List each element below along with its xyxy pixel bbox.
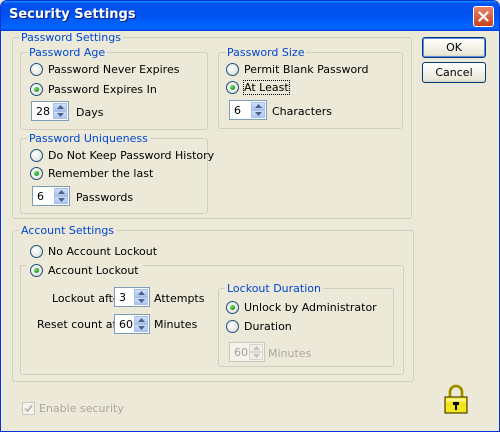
passwords-count-value[interactable]: 6 xyxy=(37,190,44,203)
permit-blank-password-label[interactable]: Permit Blank Password xyxy=(244,63,368,76)
permit-blank-password-radio[interactable] xyxy=(226,63,239,76)
ok-button-label: OK xyxy=(446,41,462,54)
reset-count-stepper[interactable]: 60 xyxy=(114,314,150,334)
password-expires-in-radio[interactable] xyxy=(30,83,43,96)
chevron-up-icon xyxy=(56,105,64,109)
close-icon xyxy=(478,11,489,22)
lockout-attempts-value[interactable]: 3 xyxy=(119,291,126,304)
characters-value[interactable]: 6 xyxy=(234,104,241,117)
chevron-up-icon xyxy=(252,346,260,350)
at-least-radio[interactable] xyxy=(226,81,239,94)
chevron-down-icon xyxy=(137,299,145,303)
cancel-button[interactable]: Cancel xyxy=(422,62,486,83)
checkmark-icon xyxy=(24,404,33,413)
account-settings-legend: Account Settings xyxy=(21,224,115,237)
characters-label: Characters xyxy=(272,105,333,118)
days-value[interactable]: 28 xyxy=(36,105,50,118)
security-settings-window: Security Settings Password Settings Pass… xyxy=(0,0,500,432)
enable-security-label: Enable security xyxy=(39,402,124,415)
lockout-duration-legend: Lockout Duration xyxy=(227,282,321,295)
no-password-history-radio[interactable] xyxy=(30,149,43,162)
account-lockout-label[interactable]: Account Lockout xyxy=(48,264,157,277)
duration-minutes-value: 60 xyxy=(234,346,248,359)
no-account-lockout-radio[interactable] xyxy=(30,245,43,258)
passwords-count-stepper[interactable]: 6 xyxy=(32,186,70,206)
no-password-history-label[interactable]: Do Not Keep Password History xyxy=(48,149,214,162)
password-never-expires-label[interactable]: Password Never Expires xyxy=(48,63,179,76)
chevron-down-icon xyxy=(252,354,260,358)
attempts-up-button[interactable] xyxy=(134,289,148,297)
dialog-client: Password Settings Password Age Password … xyxy=(4,31,496,429)
days-stepper[interactable]: 28 xyxy=(31,101,69,121)
passwords-up-button[interactable] xyxy=(54,188,68,196)
chevron-down-icon xyxy=(56,113,64,117)
duration-label[interactable]: Duration xyxy=(244,320,292,333)
title-bar[interactable]: Security Settings xyxy=(1,1,499,31)
password-expires-in-label[interactable]: Password Expires In xyxy=(48,83,157,96)
duration-minutes-stepper: 60 xyxy=(229,342,265,362)
chevron-up-icon xyxy=(254,104,262,108)
characters-down-button[interactable] xyxy=(251,110,265,118)
chevron-up-icon xyxy=(137,318,145,322)
characters-stepper[interactable]: 6 xyxy=(229,100,267,120)
passwords-down-button[interactable] xyxy=(54,196,68,204)
password-uniqueness-legend: Password Uniqueness xyxy=(29,132,148,145)
duration-minutes-label: Minutes xyxy=(268,347,312,360)
password-settings-legend: Password Settings xyxy=(21,31,121,44)
account-lockout-option[interactable]: Account Lockout xyxy=(26,263,143,279)
at-least-label[interactable]: At Least xyxy=(243,80,290,95)
chevron-down-icon xyxy=(57,198,65,202)
unlock-by-admin-label[interactable]: Unlock by Administrator xyxy=(244,301,377,314)
chevron-up-icon xyxy=(137,291,145,295)
duration-up-button xyxy=(249,344,263,352)
chevron-down-icon xyxy=(137,326,145,330)
password-size-legend: Password Size xyxy=(227,46,305,59)
days-down-button[interactable] xyxy=(53,111,67,119)
reset-up-button[interactable] xyxy=(134,316,148,324)
window-title: Security Settings xyxy=(9,7,136,22)
lock-icon xyxy=(444,384,468,414)
cancel-button-label: Cancel xyxy=(435,66,473,79)
lockout-attempts-stepper[interactable]: 3 xyxy=(114,287,150,307)
no-account-lockout-label[interactable]: No Account Lockout xyxy=(48,245,157,258)
chevron-up-icon xyxy=(57,190,65,194)
chevron-down-icon xyxy=(254,112,262,116)
enable-security-checkbox xyxy=(22,402,35,415)
password-age-legend: Password Age xyxy=(29,46,106,59)
attempts-down-button[interactable] xyxy=(134,297,148,305)
attempts-label: Attempts xyxy=(154,292,205,305)
days-up-button[interactable] xyxy=(53,103,67,111)
account-lockout-radio[interactable] xyxy=(30,264,43,277)
password-never-expires-radio[interactable] xyxy=(30,63,43,76)
duration-down-button xyxy=(249,352,263,360)
close-button[interactable] xyxy=(473,6,494,27)
unlock-by-admin-radio[interactable] xyxy=(226,301,239,314)
reset-minutes-label: Minutes xyxy=(154,318,198,331)
duration-radio[interactable] xyxy=(226,320,239,333)
characters-up-button[interactable] xyxy=(251,102,265,110)
remember-last-label[interactable]: Remember the last xyxy=(48,167,153,180)
ok-button[interactable]: OK xyxy=(422,37,486,58)
days-label: Days xyxy=(76,106,104,119)
reset-down-button[interactable] xyxy=(134,324,148,332)
passwords-label: Passwords xyxy=(76,191,134,204)
reset-count-value[interactable]: 60 xyxy=(119,318,133,331)
remember-last-radio[interactable] xyxy=(30,167,43,180)
